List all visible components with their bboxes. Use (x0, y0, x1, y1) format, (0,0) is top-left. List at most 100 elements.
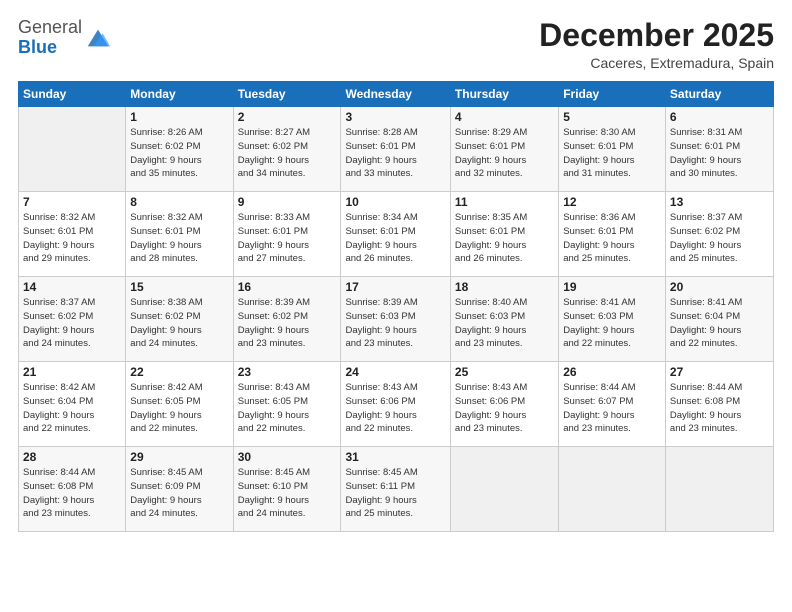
day-info: Sunrise: 8:45 AMSunset: 6:09 PMDaylight:… (130, 466, 228, 521)
calendar-cell: 22 Sunrise: 8:42 AMSunset: 6:05 PMDayligh… (126, 362, 233, 447)
calendar-cell: 19 Sunrise: 8:41 AMSunset: 6:03 PMDayligh… (559, 277, 666, 362)
day-number: 29 (130, 450, 228, 464)
calendar-cell: 28 Sunrise: 8:44 AMSunset: 6:08 PMDayligh… (19, 447, 126, 532)
day-info: Sunrise: 8:33 AMSunset: 6:01 PMDaylight:… (238, 211, 337, 266)
day-number: 31 (345, 450, 445, 464)
day-info: Sunrise: 8:39 AMSunset: 6:02 PMDaylight:… (238, 296, 337, 351)
location: Caceres, Extremadura, Spain (539, 55, 774, 71)
month-title: December 2025 (539, 18, 774, 53)
day-number: 9 (238, 195, 337, 209)
header: General Blue December 2025 Caceres, Extr… (18, 18, 774, 71)
day-info: Sunrise: 8:39 AMSunset: 6:03 PMDaylight:… (345, 296, 445, 351)
day-number: 20 (670, 280, 769, 294)
day-number: 10 (345, 195, 445, 209)
calendar-cell: 2Sunrise: 8:27 AMSunset: 6:02 PMDaylight… (233, 107, 341, 192)
week-row-5: 28 Sunrise: 8:44 AMSunset: 6:08 PMDayligh… (19, 447, 774, 532)
day-number: 21 (23, 365, 121, 379)
calendar-cell: 10 Sunrise: 8:34 AMSunset: 6:01 PMDayligh… (341, 192, 450, 277)
calendar-header: SundayMondayTuesdayWednesdayThursdayFrid… (19, 82, 774, 107)
weekday-header-thursday: Thursday (450, 82, 558, 107)
day-number: 13 (670, 195, 769, 209)
calendar-cell: 30 Sunrise: 8:45 AMSunset: 6:10 PMDayligh… (233, 447, 341, 532)
day-number: 14 (23, 280, 121, 294)
page: General Blue December 2025 Caceres, Extr… (0, 0, 792, 612)
day-info: Sunrise: 8:44 AMSunset: 6:08 PMDaylight:… (670, 381, 769, 436)
logo-general-text: General (18, 17, 82, 37)
calendar-cell: 23 Sunrise: 8:43 AMSunset: 6:05 PMDayligh… (233, 362, 341, 447)
day-number: 30 (238, 450, 337, 464)
day-number: 28 (23, 450, 121, 464)
weekday-header-friday: Friday (559, 82, 666, 107)
week-row-4: 21 Sunrise: 8:42 AMSunset: 6:04 PMDayligh… (19, 362, 774, 447)
calendar-cell: 15 Sunrise: 8:38 AMSunset: 6:02 PMDayligh… (126, 277, 233, 362)
day-info: Sunrise: 8:41 AMSunset: 6:03 PMDaylight:… (563, 296, 661, 351)
day-number: 5 (563, 110, 661, 124)
day-number: 12 (563, 195, 661, 209)
calendar-cell: 21 Sunrise: 8:42 AMSunset: 6:04 PMDayligh… (19, 362, 126, 447)
weekday-header-monday: Monday (126, 82, 233, 107)
day-info: Sunrise: 8:34 AMSunset: 6:01 PMDaylight:… (345, 211, 445, 266)
day-info: Sunrise: 8:45 AMSunset: 6:11 PMDaylight:… (345, 466, 445, 521)
calendar-body: 1 Sunrise: 8:26 AMSunset: 6:02 PMDaylight… (19, 107, 774, 532)
day-info: Sunrise: 8:35 AMSunset: 6:01 PMDaylight:… (455, 211, 554, 266)
calendar-cell: 24Sunrise: 8:43 AMSunset: 6:06 PMDayligh… (341, 362, 450, 447)
day-number: 15 (130, 280, 228, 294)
day-info: Sunrise: 8:32 AMSunset: 6:01 PMDaylight:… (23, 211, 121, 266)
day-number: 8 (130, 195, 228, 209)
calendar-cell: 27 Sunrise: 8:44 AMSunset: 6:08 PMDayligh… (665, 362, 773, 447)
calendar-cell: 13Sunrise: 8:37 AMSunset: 6:02 PMDayligh… (665, 192, 773, 277)
day-info: Sunrise: 8:42 AMSunset: 6:04 PMDaylight:… (23, 381, 121, 436)
day-info: Sunrise: 8:40 AMSunset: 6:03 PMDaylight:… (455, 296, 554, 351)
day-info: Sunrise: 8:41 AMSunset: 6:04 PMDaylight:… (670, 296, 769, 351)
week-row-2: 7 Sunrise: 8:32 AMSunset: 6:01 PMDaylight… (19, 192, 774, 277)
calendar-cell: 26Sunrise: 8:44 AMSunset: 6:07 PMDayligh… (559, 362, 666, 447)
calendar-cell (450, 447, 558, 532)
calendar-cell: 5Sunrise: 8:30 AMSunset: 6:01 PMDaylight… (559, 107, 666, 192)
title-block: December 2025 Caceres, Extremadura, Spai… (539, 18, 774, 71)
day-number: 27 (670, 365, 769, 379)
day-info: Sunrise: 8:28 AMSunset: 6:01 PMDaylight:… (345, 126, 445, 181)
calendar-cell: 17 Sunrise: 8:39 AMSunset: 6:03 PMDayligh… (341, 277, 450, 362)
day-number: 6 (670, 110, 769, 124)
day-info: Sunrise: 8:26 AMSunset: 6:02 PMDaylight:… (130, 126, 228, 181)
day-number: 1 (130, 110, 228, 124)
day-info: Sunrise: 8:31 AMSunset: 6:01 PMDaylight:… (670, 126, 769, 181)
weekday-header-saturday: Saturday (665, 82, 773, 107)
day-number: 23 (238, 365, 337, 379)
calendar-cell: 20 Sunrise: 8:41 AMSunset: 6:04 PMDayligh… (665, 277, 773, 362)
day-number: 7 (23, 195, 121, 209)
calendar-cell: 29 Sunrise: 8:45 AMSunset: 6:09 PMDayligh… (126, 447, 233, 532)
day-number: 24 (345, 365, 445, 379)
calendar-cell: 8 Sunrise: 8:32 AMSunset: 6:01 PMDaylight… (126, 192, 233, 277)
day-number: 25 (455, 365, 554, 379)
day-info: Sunrise: 8:32 AMSunset: 6:01 PMDaylight:… (130, 211, 228, 266)
calendar-cell: 14Sunrise: 8:37 AMSunset: 6:02 PMDayligh… (19, 277, 126, 362)
calendar-cell: 4 Sunrise: 8:29 AMSunset: 6:01 PMDaylight… (450, 107, 558, 192)
day-info: Sunrise: 8:38 AMSunset: 6:02 PMDaylight:… (130, 296, 228, 351)
day-number: 18 (455, 280, 554, 294)
day-info: Sunrise: 8:44 AMSunset: 6:07 PMDaylight:… (563, 381, 661, 436)
day-number: 3 (345, 110, 445, 124)
day-number: 22 (130, 365, 228, 379)
calendar-cell: 18 Sunrise: 8:40 AMSunset: 6:03 PMDayligh… (450, 277, 558, 362)
calendar-cell: 16 Sunrise: 8:39 AMSunset: 6:02 PMDayligh… (233, 277, 341, 362)
day-number: 19 (563, 280, 661, 294)
day-number: 16 (238, 280, 337, 294)
day-info: Sunrise: 8:45 AMSunset: 6:10 PMDaylight:… (238, 466, 337, 521)
week-row-1: 1 Sunrise: 8:26 AMSunset: 6:02 PMDaylight… (19, 107, 774, 192)
day-info: Sunrise: 8:29 AMSunset: 6:01 PMDaylight:… (455, 126, 554, 181)
day-info: Sunrise: 8:43 AMSunset: 6:05 PMDaylight:… (238, 381, 337, 436)
calendar-cell: 7 Sunrise: 8:32 AMSunset: 6:01 PMDaylight… (19, 192, 126, 277)
calendar-cell: 11Sunrise: 8:35 AMSunset: 6:01 PMDayligh… (450, 192, 558, 277)
calendar-cell: 9 Sunrise: 8:33 AMSunset: 6:01 PMDaylight… (233, 192, 341, 277)
day-info: Sunrise: 8:44 AMSunset: 6:08 PMDaylight:… (23, 466, 121, 521)
day-number: 17 (345, 280, 445, 294)
day-number: 4 (455, 110, 554, 124)
calendar-cell: 25 Sunrise: 8:43 AMSunset: 6:06 PMDayligh… (450, 362, 558, 447)
calendar-cell (19, 107, 126, 192)
day-info: Sunrise: 8:43 AMSunset: 6:06 PMDaylight:… (455, 381, 554, 436)
logo-blue-text: Blue (18, 37, 57, 57)
calendar: SundayMondayTuesdayWednesdayThursdayFrid… (18, 81, 774, 532)
day-number: 2 (238, 110, 337, 124)
day-info: Sunrise: 8:42 AMSunset: 6:05 PMDaylight:… (130, 381, 228, 436)
